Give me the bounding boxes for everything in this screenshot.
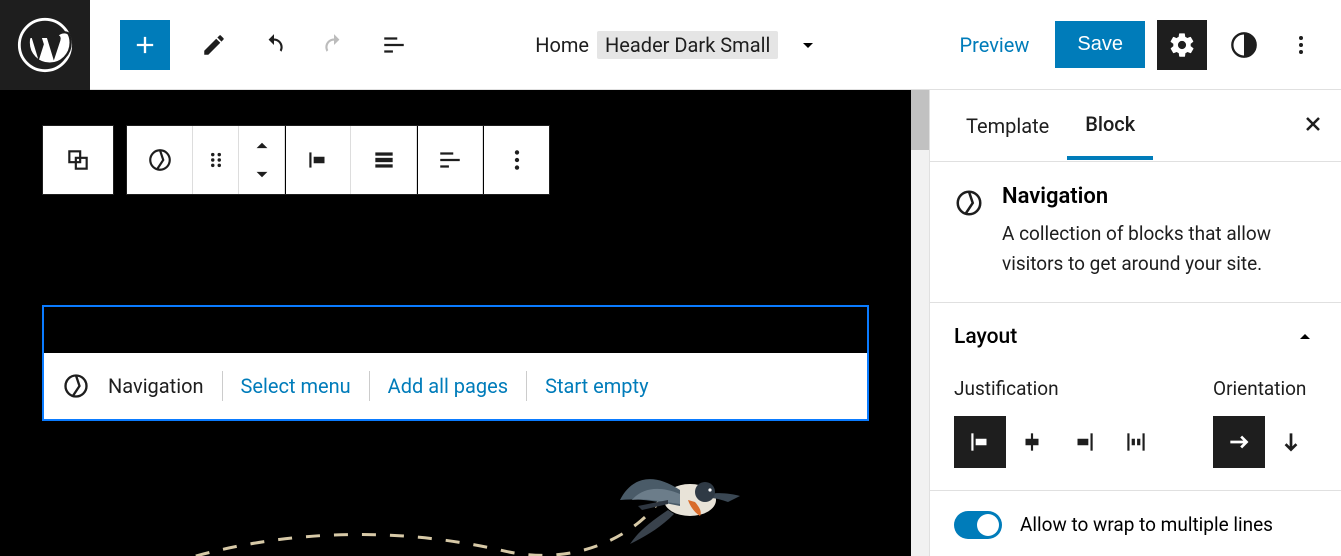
compass-icon [954, 188, 984, 218]
preview-button[interactable]: Preview [946, 23, 1044, 67]
move-buttons[interactable] [239, 126, 285, 194]
justify-left-button[interactable] [954, 416, 1006, 468]
justify-right-button[interactable] [1058, 416, 1110, 468]
justify-button[interactable] [417, 126, 483, 194]
block-more-button[interactable] [483, 126, 549, 194]
save-button[interactable]: Save [1055, 21, 1145, 68]
wrap-toggle-label: Allow to wrap to multiple lines [1020, 513, 1273, 536]
justification-label: Justification [954, 377, 1162, 400]
close-sidebar-button[interactable] [1301, 112, 1325, 140]
block-toolbar [42, 125, 550, 195]
styles-button[interactable] [1219, 20, 1269, 70]
scrollbar[interactable] [911, 90, 929, 556]
orientation-group [1213, 416, 1317, 468]
template-name: Header Dark Small [597, 31, 778, 59]
layout-panel: Layout Justification [930, 303, 1341, 491]
list-view-button[interactable] [378, 29, 410, 61]
more-options-button[interactable] [1281, 20, 1321, 70]
settings-button[interactable] [1157, 20, 1207, 70]
editor-canvas[interactable]: Navigation Select menu Add all pages Sta… [0, 90, 929, 556]
redo-button[interactable] [318, 29, 350, 61]
start-empty-link[interactable]: Start empty [545, 374, 648, 398]
select-parent-button[interactable] [43, 126, 113, 194]
orientation-horizontal-button[interactable] [1213, 416, 1265, 468]
block-title: Navigation [1002, 184, 1317, 209]
tab-template[interactable]: Template [948, 94, 1067, 158]
chevron-up-icon [1293, 325, 1317, 349]
block-info-panel: Navigation A collection of blocks that a… [930, 162, 1341, 303]
tab-block[interactable]: Block [1067, 92, 1153, 160]
block-description: A collection of blocks that allow visito… [1002, 219, 1317, 280]
undo-button[interactable] [258, 29, 290, 61]
wordpress-logo[interactable] [0, 0, 90, 90]
add-all-pages-link[interactable]: Add all pages [388, 374, 508, 398]
wrap-toggle-row: Allow to wrap to multiple lines [930, 491, 1341, 539]
top-toolbar: Home Header Dark Small Preview Save [0, 0, 1341, 90]
layout-title: Layout [954, 325, 1017, 349]
width-button[interactable] [351, 126, 417, 194]
select-menu-link[interactable]: Select menu [241, 374, 351, 398]
justification-group [954, 416, 1162, 468]
compass-icon [62, 372, 90, 400]
navigation-label: Navigation [108, 374, 204, 398]
top-left-tools [90, 20, 410, 70]
navigation-block-selected-area[interactable] [44, 307, 867, 353]
document-title-area[interactable]: Home Header Dark Small [410, 31, 946, 59]
layout-panel-toggle[interactable]: Layout [954, 325, 1317, 349]
drag-handle[interactable] [193, 126, 239, 194]
block-type-button[interactable] [127, 126, 193, 194]
navigation-placeholder: Navigation Select menu Add all pages Sta… [44, 353, 867, 419]
sidebar-tabs: Template Block [930, 90, 1341, 162]
edit-tool-button[interactable] [198, 29, 230, 61]
navigation-block[interactable]: Navigation Select menu Add all pages Sta… [42, 305, 869, 421]
bird-image [610, 450, 750, 550]
settings-sidebar: Template Block Navigation A collection o… [929, 90, 1341, 556]
orientation-vertical-button[interactable] [1265, 416, 1317, 468]
orientation-label: Orientation [1213, 377, 1317, 400]
align-button[interactable] [285, 126, 351, 194]
chevron-down-icon [796, 33, 820, 57]
top-right-tools: Preview Save [946, 20, 1341, 70]
page-title: Home [535, 33, 589, 57]
justify-space-between-button[interactable] [1110, 416, 1162, 468]
wrap-toggle[interactable] [954, 511, 1002, 539]
scrollbar-thumb[interactable] [911, 90, 929, 150]
add-block-button[interactable] [120, 20, 170, 70]
justify-center-button[interactable] [1006, 416, 1058, 468]
